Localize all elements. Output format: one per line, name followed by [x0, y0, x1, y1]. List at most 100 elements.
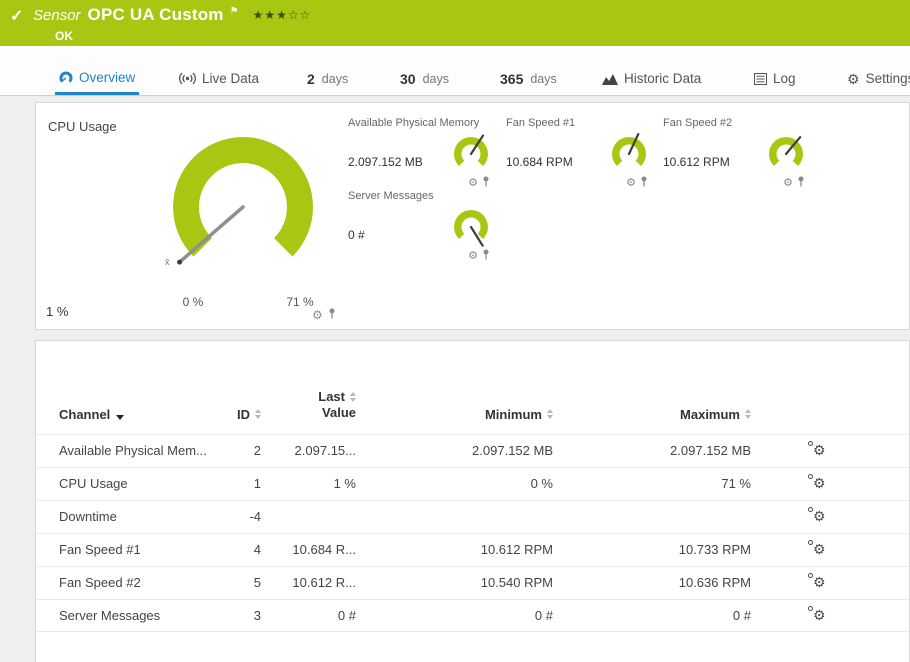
tab-365-days-number: 365 — [500, 70, 524, 87]
channel-last-value: 1 % — [333, 476, 356, 491]
table-row[interactable]: Server Messages 3 0 # 0 # 0 # ⚙ — [36, 598, 909, 632]
channel-settings-icon[interactable]: ⚙ — [808, 540, 826, 557]
tab-settings[interactable]: ⚙ Settings — [843, 62, 910, 95]
channel-settings-icon[interactable]: ⚙ — [808, 474, 826, 491]
tab-2-days[interactable]: 2 days — [303, 62, 352, 95]
table-row[interactable]: Available Physical Mem... 2 2.097.15... … — [36, 433, 909, 467]
mini-gauge-value: 10.612 RPM — [663, 155, 730, 169]
column-header-channel-label: Channel — [59, 406, 111, 422]
tab-overview[interactable]: Overview — [55, 62, 140, 95]
gauge-scale-min: 0 % — [182, 295, 204, 309]
channel-id: 3 — [253, 607, 261, 623]
channel-name[interactable]: Downtime — [36, 509, 221, 524]
sensor-kind-label: Sensor — [33, 7, 81, 24]
tab-log[interactable]: Log — [750, 62, 800, 95]
channel-name[interactable]: Fan Speed #2 — [36, 575, 221, 590]
gear-dot — [808, 474, 813, 479]
gear-dot — [808, 441, 813, 446]
mini-gauge-value: 10.684 RPM — [506, 155, 573, 169]
table-row[interactable]: Downtime -4 ⚙ — [36, 499, 909, 533]
channel-settings-icon[interactable]: ⚙ — [808, 507, 826, 524]
channel-settings-icon[interactable]: ⚙ — [808, 605, 826, 623]
sensor-title: OPC UA Custom — [87, 5, 224, 24]
gear-icon: ⚙ — [813, 541, 826, 557]
channel-maximum: 2.097.152 MB — [670, 443, 751, 458]
tab-log-label: Log — [773, 71, 796, 86]
gauge-settings-icon[interactable]: ⚙ — [468, 250, 478, 262]
table-row[interactable]: CPU Usage 1 1 % 0 % 71 % ⚙ — [36, 466, 909, 500]
table-row[interactable]: Fan Speed #1 4 10.684 R... 10.612 RPM 10… — [36, 532, 909, 566]
tab-live-data[interactable]: Live Data — [175, 62, 263, 95]
mini-gauge-dial — [763, 133, 809, 173]
channel-last-value: 0 # — [337, 607, 356, 623]
pin-icon[interactable] — [797, 174, 805, 192]
gauge-settings-icon[interactable]: ⚙ — [312, 309, 323, 321]
gauge-settings-icon[interactable]: ⚙ — [626, 177, 636, 189]
mini-gauge-label: Available Physical Memory — [348, 117, 480, 129]
sort-icon — [350, 392, 356, 403]
channel-last-value: 10.684 R... — [292, 542, 356, 557]
column-header-id[interactable]: ID — [221, 407, 261, 422]
mini-gauge-fan-speed-1: Fan Speed #1 10.684 RPM ⚙ — [506, 117, 652, 192]
channel-name[interactable]: Server Messages — [36, 608, 221, 623]
mini-gauge-fan-speed-2: Fan Speed #2 10.612 RPM ⚙ — [663, 117, 809, 192]
column-header-last-label: Last — [318, 389, 345, 404]
gear-icon: ⚙ — [847, 70, 860, 87]
column-header-channel[interactable]: Channel — [36, 407, 221, 422]
channel-minimum: 0 # — [534, 607, 553, 623]
column-header-last-value[interactable]: Last Value — [261, 389, 356, 422]
pin-icon[interactable] — [328, 306, 336, 324]
column-header-minimum-label: Minimum — [484, 406, 542, 422]
gear-dot — [808, 573, 813, 578]
flag-icon[interactable]: ⚑ — [230, 6, 239, 17]
tab-30-days[interactable]: 30 days — [396, 62, 453, 95]
stars-filled[interactable]: ★★★ — [253, 8, 288, 22]
channel-maximum: 10.733 RPM — [678, 542, 751, 557]
pin-icon[interactable] — [482, 247, 490, 265]
column-header-minimum[interactable]: Minimum — [356, 407, 553, 422]
gear-icon: ⚙ — [813, 442, 826, 458]
chevron-down-icon — [116, 414, 125, 420]
channels-table-panel: Channel ID Last Value Minimum Maximum Av… — [35, 340, 910, 662]
gauge-mean-marker: x̄ — [165, 257, 170, 267]
channel-settings-icon[interactable]: ⚙ — [808, 573, 826, 590]
tab-2-days-number: 2 — [307, 70, 315, 87]
tab-365-days[interactable]: 365 days — [496, 62, 561, 95]
tab-overview-label: Overview — [79, 69, 136, 85]
channel-id: 5 — [253, 575, 261, 590]
broadcast-icon — [179, 72, 196, 85]
mini-gauge-dial — [606, 132, 652, 173]
column-header-value-label: Value — [322, 405, 356, 421]
gear-dot — [808, 507, 813, 512]
pin-icon[interactable] — [640, 174, 648, 192]
column-header-maximum[interactable]: Maximum — [553, 407, 751, 422]
channel-minimum: 10.612 RPM — [480, 542, 553, 557]
tab-30-days-number: 30 — [400, 70, 416, 87]
gauge-settings-icon[interactable]: ⚙ — [783, 177, 793, 189]
cpu-gauge-actions: ⚙ — [312, 306, 336, 324]
gauge-settings-icon[interactable]: ⚙ — [468, 177, 478, 189]
channel-minimum: 10.540 RPM — [480, 575, 553, 590]
sensor-header: ✓ Sensor OPC UA Custom ⚑ ★★★☆☆ OK — [0, 0, 910, 46]
channel-id: 4 — [253, 542, 261, 557]
cpu-usage-gauge: x̄ — [153, 129, 333, 289]
mini-gauge-label: Fan Speed #2 — [663, 117, 733, 129]
tab-historic-data[interactable]: Historic Data — [598, 62, 705, 95]
gear-icon: ⚙ — [813, 606, 826, 623]
channel-minimum: 0 % — [530, 476, 553, 491]
gauges-panel: CPU Usage x̄ 0 % 71 % 1 % ⚙ Available Ph… — [35, 102, 910, 330]
channel-name[interactable]: Fan Speed #1 — [36, 542, 221, 557]
gear-dot — [808, 605, 813, 611]
channel-settings-icon[interactable]: ⚙ — [808, 441, 826, 458]
table-row[interactable]: Fan Speed #2 5 10.612 R... 10.540 RPM 10… — [36, 565, 909, 599]
tab-bar: Overview Live Data 2 days 30 days 365 da… — [0, 46, 910, 96]
mini-gauge-value: 0 # — [348, 228, 365, 242]
gauge-arc — [173, 137, 313, 257]
table-header-row: Channel ID Last Value Minimum Maximum — [36, 389, 909, 434]
channel-last-value: 10.612 R... — [292, 575, 356, 590]
stars-empty[interactable]: ☆☆ — [288, 8, 312, 22]
channel-name[interactable]: Available Physical Mem... — [36, 443, 221, 458]
priority-stars[interactable]: ★★★☆☆ — [253, 8, 312, 22]
channel-id: -4 — [249, 509, 261, 524]
channel-name[interactable]: CPU Usage — [36, 476, 221, 491]
